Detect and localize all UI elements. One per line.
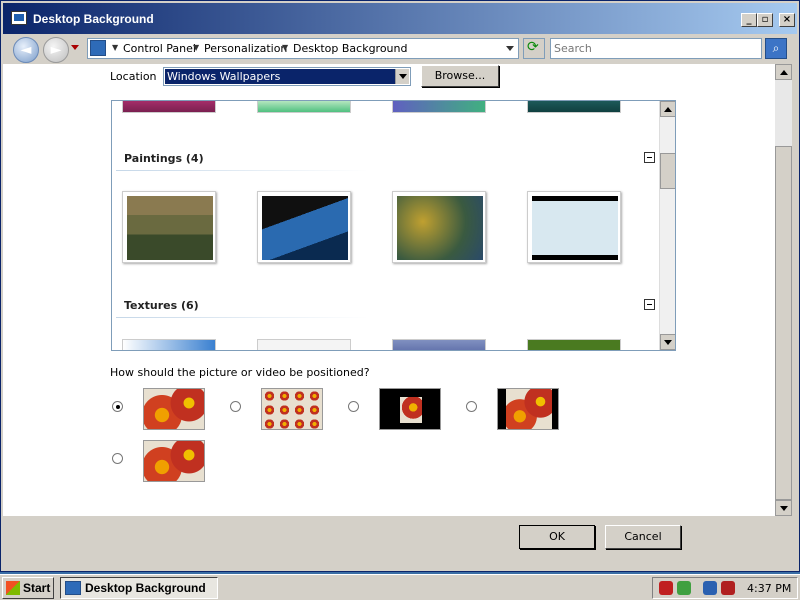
- minimize-button[interactable]: _: [741, 13, 757, 27]
- wallpaper-thumbnail[interactable]: [392, 339, 486, 350]
- cancel-button[interactable]: Cancel: [605, 525, 681, 549]
- gallery-scrollbar[interactable]: [659, 101, 675, 350]
- group-heading-paintings: Paintings (4): [124, 152, 204, 165]
- wallpaper-thumbnail[interactable]: [257, 191, 351, 263]
- breadcrumb-personalization[interactable]: Personalization: [204, 42, 287, 55]
- wallpaper-thumbnail[interactable]: [122, 101, 216, 113]
- wallpaper-thumbnail[interactable]: [257, 339, 351, 350]
- collapse-group-icon[interactable]: [644, 152, 655, 163]
- navigation-bar: ◄ ► ▼ Control Panel ▼ Personalization ▼ …: [3, 34, 797, 64]
- forward-button[interactable]: ►: [43, 37, 69, 63]
- painting-image: [532, 196, 618, 260]
- clock[interactable]: 4:37 PM: [747, 582, 791, 595]
- breadcrumb-control-panel[interactable]: Control Panel: [123, 42, 196, 55]
- position-radio-fill[interactable]: [112, 401, 123, 412]
- address-bar[interactable]: ▼ Control Panel ▼ Personalization ▼ Desk…: [87, 38, 519, 59]
- start-label: Start: [23, 581, 51, 595]
- position-radio-tile[interactable]: [230, 401, 241, 412]
- volume-muted-icon[interactable]: [721, 581, 735, 595]
- breadcrumb-separator-icon[interactable]: ▼: [112, 43, 118, 52]
- position-center-preview[interactable]: [379, 388, 441, 430]
- group-divider: [116, 170, 368, 171]
- wallpaper-thumbnail[interactable]: [122, 191, 216, 263]
- ok-button[interactable]: OK: [519, 525, 595, 549]
- search-icon[interactable]: ⌕: [765, 38, 787, 59]
- scroll-down-icon[interactable]: [660, 334, 675, 350]
- position-tile-preview[interactable]: [261, 388, 323, 430]
- taskbar-window-button[interactable]: Desktop Background: [60, 577, 218, 599]
- scroll-up-icon[interactable]: [660, 101, 675, 117]
- wallpaper-thumbnail[interactable]: [392, 101, 486, 113]
- system-tray: 4:37 PM: [652, 577, 798, 599]
- window-title: Desktop Background: [33, 12, 154, 26]
- wallpaper-thumbnail[interactable]: [392, 191, 486, 263]
- location-selected-value: Windows Wallpapers: [165, 69, 395, 84]
- network-icon[interactable]: [703, 581, 717, 595]
- breadcrumb-separator-icon[interactable]: ▼: [193, 43, 199, 52]
- control-panel-icon: [90, 40, 106, 56]
- position-question: How should the picture or video be posit…: [110, 366, 370, 379]
- security-alert-icon[interactable]: [659, 581, 673, 595]
- position-fill-preview[interactable]: [143, 388, 205, 430]
- position-radio-fit[interactable]: [466, 401, 477, 412]
- taskbar: Start Desktop Background 4:37 PM: [0, 574, 800, 600]
- back-button[interactable]: ◄: [13, 37, 39, 63]
- position-fit-preview[interactable]: [497, 388, 559, 430]
- search-input[interactable]: Search: [550, 38, 762, 59]
- position-radio-center[interactable]: [348, 401, 359, 412]
- address-dropdown-icon[interactable]: [506, 46, 514, 51]
- group-divider: [116, 317, 368, 318]
- location-label: Location: [110, 70, 157, 83]
- recent-pages-dropdown-icon[interactable]: [71, 45, 79, 50]
- desktop-background-window: Desktop Background _ ▫ × ◄ ► ▼ Control P…: [0, 0, 800, 572]
- taskbar-window-label: Desktop Background: [85, 581, 206, 595]
- breadcrumb-desktop-background[interactable]: Desktop Background: [293, 42, 408, 55]
- group-heading-textures: Textures (6): [124, 299, 199, 312]
- chevron-down-icon[interactable]: [395, 69, 409, 84]
- content-area: Location Windows Wallpapers Browse... Pa…: [3, 64, 775, 549]
- painting-image: [262, 196, 348, 260]
- maximize-button[interactable]: ▫: [757, 13, 773, 27]
- shield-icon[interactable]: [677, 581, 691, 595]
- window-icon: [65, 581, 81, 595]
- windows-logo-icon: [6, 581, 20, 595]
- refresh-button[interactable]: [523, 38, 545, 59]
- start-button[interactable]: Start: [2, 577, 54, 599]
- scrollbar-thumb[interactable]: [660, 153, 675, 189]
- breadcrumb-separator-icon[interactable]: ▼: [282, 43, 288, 52]
- scrollbar-thumb[interactable]: [775, 146, 792, 500]
- forward-arrow-icon: ►: [50, 42, 62, 58]
- page-scrollbar[interactable]: [775, 64, 792, 516]
- window-icon: [11, 11, 27, 25]
- wallpaper-gallery: Paintings (4) Textures (6): [111, 100, 676, 351]
- wallpaper-thumbnail[interactable]: [257, 101, 351, 113]
- painting-image: [127, 196, 213, 260]
- scroll-up-icon[interactable]: [775, 64, 792, 80]
- close-button[interactable]: ×: [779, 13, 795, 27]
- wallpaper-thumbnail[interactable]: [122, 339, 216, 350]
- fit-image: [506, 389, 552, 429]
- wallpaper-thumbnail[interactable]: [527, 101, 621, 113]
- browse-button[interactable]: Browse...: [421, 65, 499, 87]
- collapse-group-icon[interactable]: [644, 299, 655, 310]
- title-bar[interactable]: Desktop Background _ ▫ ×: [3, 3, 797, 34]
- position-radio-stretch[interactable]: [112, 453, 123, 464]
- wallpaper-thumbnail[interactable]: [527, 339, 621, 350]
- scroll-down-icon[interactable]: [775, 500, 792, 516]
- painting-image: [397, 196, 483, 260]
- location-select[interactable]: Windows Wallpapers: [163, 67, 411, 86]
- wallpaper-thumbnail[interactable]: [527, 191, 621, 263]
- position-stretch-preview[interactable]: [143, 440, 205, 482]
- center-image: [400, 397, 422, 423]
- back-arrow-icon: ◄: [20, 42, 32, 58]
